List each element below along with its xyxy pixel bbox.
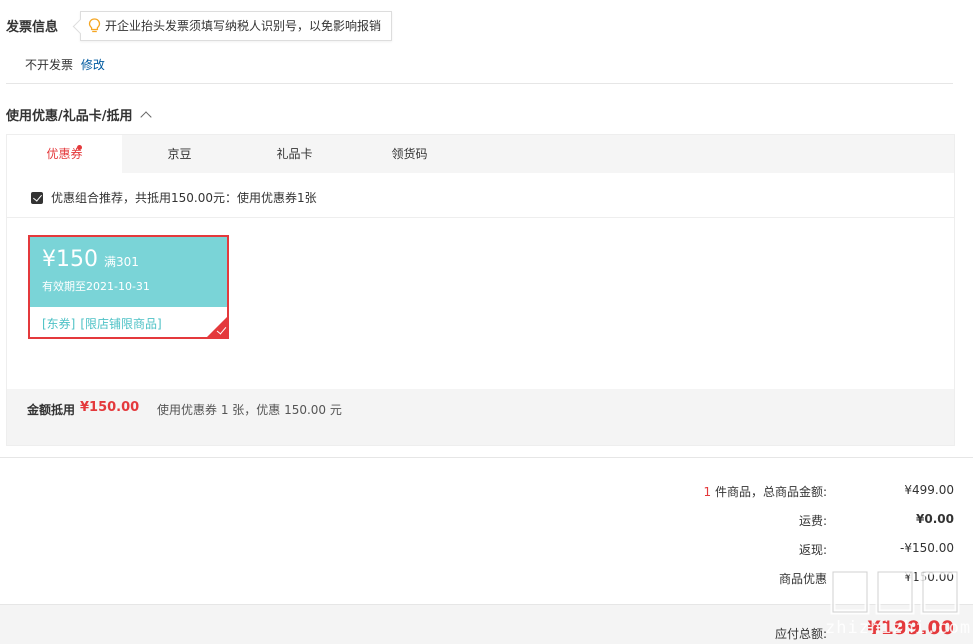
discount-tabs: 优惠券 京豆 礼品卡 领货码 [7, 135, 954, 174]
payable-label: 应付总额: [774, 627, 827, 641]
shipping-value: ¥0.00 [916, 512, 954, 526]
combo-recommend-row[interactable]: 优惠组合推荐，共抵用150.00元：使用优惠券1张 [31, 189, 317, 206]
payable-value: ¥199.00 [867, 617, 954, 639]
invoice-status-row: 不开发票 修改 [25, 56, 105, 73]
tab-coupon[interactable]: 优惠券 [7, 135, 122, 174]
coupon-price: ¥150 [42, 247, 98, 272]
invoice-modify-link[interactable]: 修改 [81, 58, 105, 72]
totals-divider [0, 457, 973, 458]
items-total-value: ¥499.00 [904, 483, 954, 497]
invoice-section-title: 发票信息 [6, 20, 59, 35]
discount-panel: 优惠券 京豆 礼品卡 领货码 优惠组合推荐，共抵用150.00元：使用优惠券1张… [6, 134, 955, 446]
coupon-condition: 满301 [104, 255, 139, 269]
discount-summary-bar: 金额抵用 ¥150.00 使用优惠券 1 张，优惠 150.00 元 [7, 389, 954, 445]
discount-section-title: 使用优惠/礼品卡/抵用 [6, 109, 133, 124]
tab-redeem-code[interactable]: 领货码 [352, 135, 467, 173]
invoice-tip-text: 开企业抬头发票须填写纳税人识别号，以免影响报销 [105, 19, 382, 33]
tab-gift-card[interactable]: 礼品卡 [237, 135, 352, 173]
coupon-tags: [东券] [限店铺限商品] [30, 307, 227, 332]
discount-summary-label: 金额抵用 [27, 403, 76, 417]
cashback-value: -¥150.00 [900, 541, 954, 555]
section-divider [6, 83, 953, 84]
combo-text: 优惠组合推荐，共抵用150.00元：使用优惠券1张 [51, 191, 317, 205]
shipping-label: 运费: [798, 514, 827, 528]
new-dot-badge [77, 145, 82, 150]
discount-summary-desc: 使用优惠券 1 张，优惠 150.00 元 [157, 403, 342, 417]
coupon-card[interactable]: ¥150 满301 有效期至2021-10-31 [东券] [限店铺限商品] [28, 235, 229, 339]
payable-bar: 应付总额: ¥199.00 [0, 604, 973, 644]
panel-divider [7, 217, 954, 218]
coupon-header: ¥150 满301 有效期至2021-10-31 [30, 237, 227, 307]
items-label-text: 件商品，总商品金额: [714, 485, 827, 499]
tab-jingdou[interactable]: 京豆 [122, 135, 237, 173]
discount-section-toggle[interactable]: 使用优惠/礼品卡/抵用 [6, 105, 152, 124]
promo-label: 商品优惠 [778, 572, 827, 586]
coupon-tag-jd: [东券] [42, 317, 76, 331]
invoice-status: 不开发票 [25, 58, 74, 72]
coupon-expiry: 有效期至2021-10-31 [42, 280, 150, 293]
coupon-tag-limit: [限店铺限商品] [80, 317, 162, 331]
chevron-up-icon [139, 111, 152, 123]
cashback-label: 返现: [798, 543, 827, 557]
items-count: 1 [703, 485, 712, 499]
combo-checkbox[interactable] [31, 191, 43, 204]
promo-value: ¥150.00 [904, 570, 954, 584]
lightbulb-icon [88, 18, 101, 33]
discount-summary-amount: ¥150.00 [80, 400, 140, 415]
items-total-label: 1 件商品，总商品金额: [703, 483, 827, 500]
invoice-tip: 开企业抬头发票须填写纳税人识别号，以免影响报销 [80, 11, 393, 41]
